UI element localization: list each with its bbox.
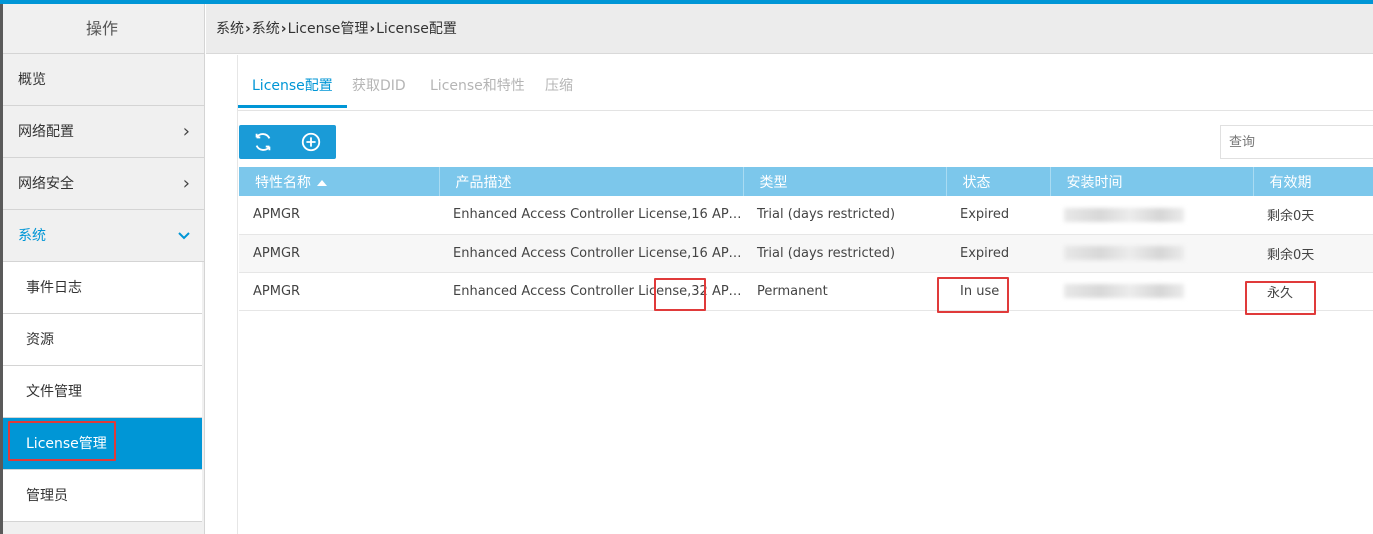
sidebar-item-network-security[interactable]: 网络安全 ›: [0, 158, 204, 210]
tab-get-did[interactable]: 获取DID: [352, 75, 406, 105]
sidebar-header: 操作: [0, 4, 204, 54]
cell-type: Trial (days restricted): [743, 196, 946, 235]
cell-status: Expired: [946, 234, 1050, 273]
column-header-label: 特性名称: [255, 174, 311, 191]
cell-feature: APMGR: [239, 272, 439, 311]
sidebar-item-label: 网络配置: [18, 124, 74, 140]
sidebar-item-overview[interactable]: 概览: [0, 54, 204, 106]
cell-description: Enhanced Access Controller License,16 AP…: [439, 196, 743, 235]
table-header-row: 特性名称 产品描述 类型 状态 安装时间 有效期: [239, 167, 1373, 196]
table-row[interactable]: APMGR Enhanced Access Controller License…: [239, 272, 1373, 311]
toolbar: [239, 125, 336, 159]
column-header-type[interactable]: 类型: [743, 167, 947, 196]
breadcrumb-item[interactable]: 系统: [252, 21, 280, 37]
column-header-install-time[interactable]: 安装时间: [1050, 167, 1254, 196]
chevron-right-icon: ›: [182, 121, 190, 142]
redacted-value: [1064, 284, 1184, 298]
license-table: 特性名称 产品描述 类型 状态 安装时间 有效期 APMGR Enhanced …: [239, 167, 1373, 311]
redacted-value: [1064, 207, 1184, 222]
sidebar-item-label: 系统: [18, 228, 46, 244]
breadcrumb: 系统›系统›License管理›License配置: [216, 4, 457, 54]
cell-install-time: [1050, 196, 1253, 235]
cell-status: Expired: [946, 196, 1050, 235]
sidebar-item-system[interactable]: 系统: [0, 210, 204, 262]
column-header-validity[interactable]: 有效期: [1253, 167, 1373, 196]
add-circle-icon: [301, 132, 321, 152]
tab-compress[interactable]: 压缩: [545, 75, 573, 105]
cell-install-time: [1050, 272, 1253, 311]
refresh-button[interactable]: [239, 125, 287, 159]
breadcrumb-item[interactable]: License管理: [288, 21, 369, 37]
sort-asc-icon: [317, 179, 327, 186]
search-box[interactable]: [1220, 125, 1373, 159]
tab-license-features[interactable]: License和特性: [430, 75, 525, 105]
breadcrumb-bar: 系统›系统›License管理›License配置: [206, 4, 1373, 54]
breadcrumb-separator-icon: ›: [245, 21, 251, 37]
sidebar-subitem-license-management[interactable]: License管理: [0, 418, 202, 470]
search-input[interactable]: [1221, 126, 1373, 158]
column-header-description[interactable]: 产品描述: [439, 167, 744, 196]
sidebar-item-label: 网络安全: [18, 176, 74, 192]
window-edge: [0, 4, 3, 534]
table-row[interactable]: APMGR Enhanced Access Controller License…: [239, 196, 1373, 235]
cell-type: Trial (days restricted): [743, 234, 946, 273]
cell-validity: 永久: [1253, 272, 1373, 311]
table-row[interactable]: APMGR Enhanced Access Controller License…: [239, 234, 1373, 273]
breadcrumb-item: License配置: [376, 21, 457, 37]
chevron-right-icon: ›: [182, 173, 190, 194]
tab-bar: License配置 获取DID License和特性 压缩: [238, 55, 1373, 111]
add-button[interactable]: [287, 125, 335, 159]
column-header-status[interactable]: 状态: [946, 167, 1051, 196]
sidebar-subitem-file-management[interactable]: 文件管理: [0, 366, 202, 418]
cell-type: Permanent: [743, 272, 946, 311]
sidebar-item-network-config[interactable]: 网络配置 ›: [0, 106, 204, 158]
tab-license-config[interactable]: License配置: [238, 75, 347, 108]
cell-validity: 剩余0天: [1253, 196, 1373, 235]
cell-feature: APMGR: [239, 196, 439, 235]
sidebar-subitem-administrators[interactable]: 管理员: [0, 470, 202, 522]
cell-validity: 剩余0天: [1253, 234, 1373, 273]
breadcrumb-separator-icon: ›: [369, 21, 376, 37]
breadcrumb-item[interactable]: 系统: [216, 21, 244, 37]
cell-description: Enhanced Access Controller License,32 AP…: [439, 272, 743, 311]
sidebar-subitem-event-log[interactable]: 事件日志: [0, 262, 202, 314]
chevron-down-icon: [178, 210, 190, 262]
cell-description: Enhanced Access Controller License,16 AP…: [439, 234, 743, 273]
sidebar-subitem-resources[interactable]: 资源: [0, 314, 202, 366]
breadcrumb-separator-icon: ›: [280, 21, 287, 37]
refresh-icon: [255, 133, 271, 151]
sidebar-item-label: 概览: [18, 72, 46, 88]
cell-status: In use: [946, 272, 1050, 311]
cell-feature: APMGR: [239, 234, 439, 273]
cell-install-time: [1050, 234, 1253, 273]
column-header-feature[interactable]: 特性名称: [239, 167, 440, 196]
sidebar: 操作 概览 网络配置 › 网络安全 › 系统 事件日志 资源 文件管理 Lice…: [0, 4, 205, 534]
redacted-value: [1064, 246, 1184, 260]
main-content: License配置 获取DID License和特性 压缩 特性名称 产品描述 …: [237, 55, 1373, 534]
